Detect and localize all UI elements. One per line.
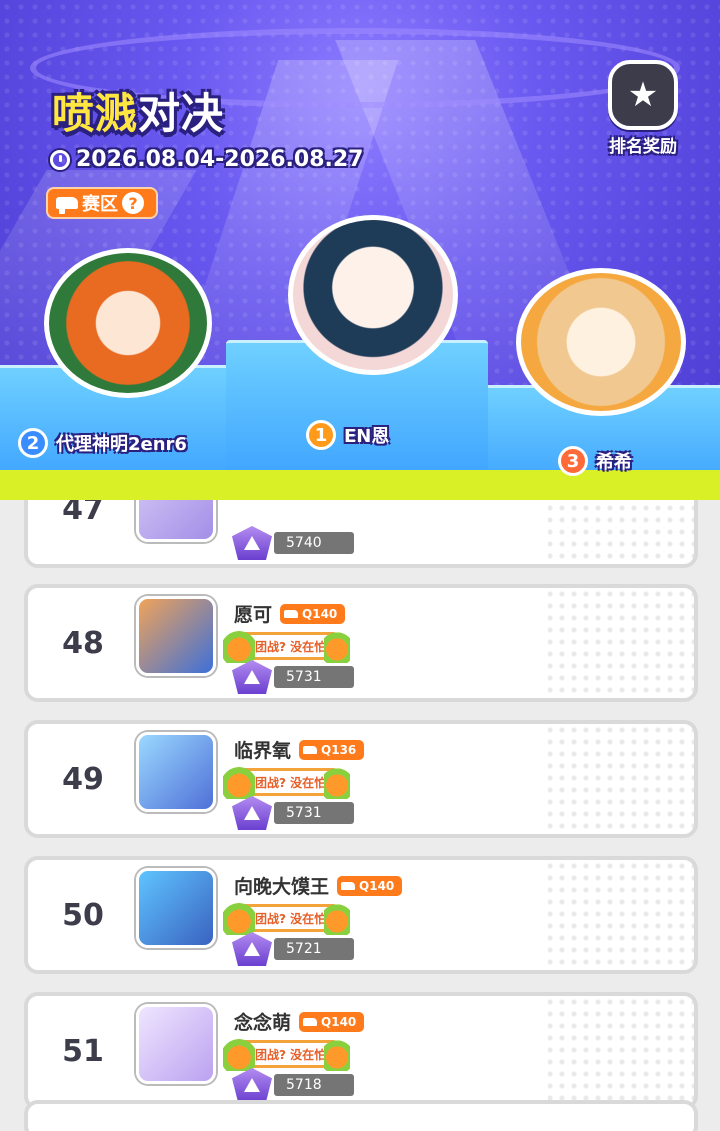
q-level-badge: Q140 bbox=[280, 603, 346, 624]
q-level-badge: Q140 bbox=[337, 875, 403, 896]
trophy-icon: ★ bbox=[608, 60, 678, 130]
rank-number: 49 bbox=[50, 753, 116, 805]
player-name-row: 愿可 Q140 bbox=[234, 600, 346, 627]
rank-number: 51 bbox=[50, 1025, 116, 1077]
podium-name-3[interactable]: 3 希希 bbox=[558, 446, 632, 476]
page-title: 喷溅对决 bbox=[52, 89, 225, 138]
player-name-row: 临界氧 Q136 bbox=[234, 736, 365, 763]
podium-header: 喷溅对决 2026.08.04-2026.08.27 赛区 ? ★ 排名奖励 2… bbox=[0, 0, 720, 500]
avatar[interactable] bbox=[136, 596, 216, 676]
q-level-badge: Q136 bbox=[299, 739, 365, 760]
team-title-badge: 团战? 没在怕 bbox=[222, 765, 351, 799]
podium-name-2[interactable]: 2 代理神明2enr6 bbox=[18, 428, 187, 458]
player-name: 愿可 bbox=[234, 604, 273, 626]
rank-1-badge: 1 bbox=[306, 420, 336, 450]
gun-icon bbox=[303, 1017, 318, 1026]
score-value: 5731 bbox=[274, 666, 354, 688]
podium-avatar-2[interactable] bbox=[44, 248, 212, 398]
gun-icon bbox=[284, 609, 299, 618]
rank-reward-button[interactable]: ★ 排名奖励 bbox=[598, 60, 688, 157]
rank-number: 50 bbox=[50, 889, 116, 941]
avatar[interactable] bbox=[136, 868, 216, 948]
rank-reward-label: 排名奖励 bbox=[609, 137, 677, 157]
q-level-badge: Q140 bbox=[299, 1011, 365, 1032]
team-title-badge: 团战? 没在怕 bbox=[222, 1037, 351, 1071]
team-title-badge: 团战? 没在怕 bbox=[222, 629, 351, 663]
event-date-range: 2026.08.04-2026.08.27 bbox=[50, 147, 363, 172]
list-item[interactable]: 51 念念萌 Q140 团战? 没在怕 5718 bbox=[24, 992, 698, 1110]
player-name: 念念萌 bbox=[234, 1012, 292, 1034]
podium-name-1[interactable]: 1 EN恩 bbox=[306, 420, 389, 450]
player-name-row: 念念萌 Q140 bbox=[234, 1008, 365, 1035]
help-icon[interactable]: ? bbox=[122, 192, 144, 214]
list-item[interactable] bbox=[24, 1100, 698, 1131]
rank-crest-icon bbox=[232, 1068, 272, 1102]
player-name: 向晚大馍王 bbox=[234, 876, 330, 898]
player-name: 临界氧 bbox=[234, 740, 292, 762]
podium-avatar-1[interactable] bbox=[288, 215, 458, 375]
avatar[interactable] bbox=[136, 1004, 216, 1084]
list-item[interactable]: 50 向晚大馍王 Q140 团战? 没在怕 5721 bbox=[24, 856, 698, 974]
rank-crest-icon bbox=[232, 796, 272, 830]
gun-icon bbox=[341, 881, 356, 890]
score-value: 5740 bbox=[274, 532, 354, 554]
rank-crest-icon bbox=[232, 660, 272, 694]
score-value: 5731 bbox=[274, 802, 354, 824]
gun-icon bbox=[303, 745, 318, 754]
rank-crest-icon bbox=[232, 932, 272, 966]
rank-2-badge: 2 bbox=[18, 428, 48, 458]
avatar[interactable] bbox=[136, 732, 216, 812]
rank-3-badge: 3 bbox=[558, 446, 588, 476]
list-item[interactable]: 48 愿可 Q140 团战? 没在怕 5731 bbox=[24, 584, 698, 702]
score-value: 5718 bbox=[274, 1074, 354, 1096]
podium-avatar-3[interactable] bbox=[516, 268, 686, 416]
score-value: 5721 bbox=[274, 938, 354, 960]
player-name-row: 向晚大馍王 Q140 bbox=[234, 872, 403, 899]
clock-icon bbox=[50, 149, 70, 170]
zone-button[interactable]: 赛区 ? bbox=[46, 187, 158, 219]
list-item[interactable]: 49 临界氧 Q136 团战? 没在怕 5731 bbox=[24, 720, 698, 838]
rank-crest-icon bbox=[232, 526, 272, 560]
rank-number: 48 bbox=[50, 617, 116, 669]
team-title-badge: 团战? 没在怕 bbox=[222, 901, 351, 935]
gun-icon bbox=[56, 197, 78, 214]
